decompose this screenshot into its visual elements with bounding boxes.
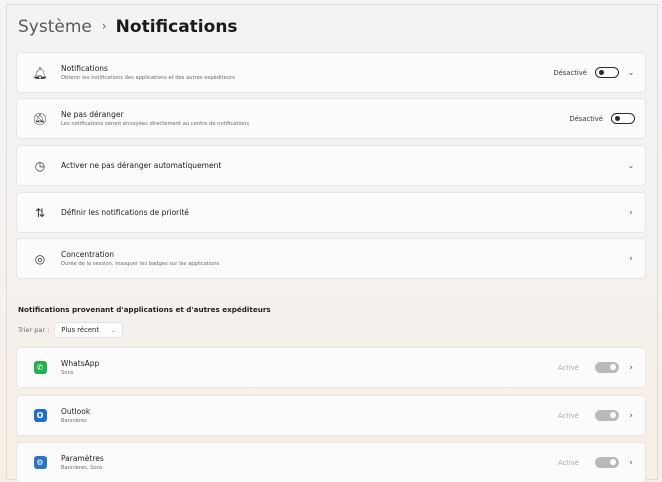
toggle-state-label: Désactivé [553, 68, 587, 77]
outlook-icon: O [33, 409, 47, 422]
app-name: Outlook [61, 407, 91, 416]
setting-focus[interactable]: ◎ Concentration Durée de la session, mas… [16, 238, 646, 279]
outlook-toggle[interactable] [595, 410, 619, 421]
app-row-outlook[interactable]: O Outlook Bannières Activé › [16, 395, 646, 436]
setting-subtitle: Durée de la session, masquer les badges … [61, 261, 220, 267]
setting-title: Définir les notifications de priorité [61, 208, 189, 217]
toggle-state-label: Activé [557, 363, 579, 372]
setting-auto-do-not-disturb[interactable]: ◷ Activer ne pas déranger automatiquemen… [16, 145, 646, 186]
setting-title: Ne pas déranger [61, 110, 124, 119]
app-row-settings[interactable]: ⚙ Paramètres Bannières, Sons Activé › [16, 442, 646, 482]
page-title: Notifications [115, 17, 238, 37]
breadcrumb: Système › Notifications [18, 17, 238, 37]
setting-do-not-disturb: 🔕︎ Ne pas déranger Les notifications ser… [16, 98, 646, 139]
breadcrumb-separator: › [101, 19, 107, 33]
setting-priority-notifications[interactable]: ⇅ Définir les notifications de priorité … [16, 192, 646, 233]
app-subtitle: Sons [61, 370, 74, 376]
toggle-state-label: Activé [557, 458, 579, 467]
setting-subtitle: Les notifications seront envoyées direct… [61, 121, 250, 127]
setting-title: Notifications [61, 64, 108, 73]
chevron-right-icon[interactable]: › [627, 208, 635, 218]
settings-app-toggle[interactable] [595, 457, 619, 468]
app-subtitle: Bannières, Sons [61, 465, 103, 471]
sort-dropdown[interactable]: Plus récent ⌄ [54, 322, 124, 338]
setting-title: Concentration [61, 250, 115, 259]
app-name: Paramètres [61, 454, 104, 463]
chevron-down-icon: ⌄ [111, 326, 117, 334]
sort-control: Trier par : Plus récent ⌄ [18, 322, 124, 338]
chevron-down-icon[interactable]: ⌄ [627, 161, 635, 170]
do-not-disturb-icon: 🔕︎ [32, 111, 48, 126]
setting-subtitle: Obtenir les notifications des applicatio… [61, 75, 235, 81]
apps-section-title: Notifications provenant d'applications e… [18, 305, 271, 314]
app-row-whatsapp[interactable]: ✆ WhatsApp Sons Activé › [16, 347, 646, 388]
bell-icon: 🔔︎ [32, 65, 48, 80]
do-not-disturb-toggle[interactable] [611, 113, 635, 124]
sort-value: Plus récent [61, 326, 99, 334]
toggle-state-label: Désactivé [569, 114, 603, 123]
setting-title: Activer ne pas déranger automatiquement [61, 161, 222, 170]
breadcrumb-parent[interactable]: Système [18, 17, 92, 37]
setting-notifications[interactable]: 🔔︎ Notifications Obtenir les notificatio… [16, 52, 646, 93]
settings-gear-icon: ⚙ [33, 456, 47, 469]
clock-icon: ◷ [34, 158, 46, 173]
app-name: WhatsApp [61, 359, 100, 368]
notifications-toggle[interactable] [595, 67, 619, 78]
whatsapp-toggle[interactable] [595, 362, 619, 373]
chevron-right-icon[interactable]: › [627, 458, 635, 468]
app-subtitle: Bannières [61, 418, 87, 424]
priority-sort-icon: ⇅ [34, 205, 46, 220]
chevron-right-icon[interactable]: › [627, 254, 635, 264]
focus-icon: ◎ [34, 251, 46, 266]
whatsapp-icon: ✆ [33, 361, 47, 374]
settings-window: Système › Notifications 🔔︎ Notifications… [6, 4, 658, 482]
sort-label: Trier par : [18, 326, 50, 334]
chevron-right-icon[interactable]: › [627, 411, 635, 421]
toggle-state-label: Activé [557, 411, 579, 420]
chevron-right-icon[interactable]: › [627, 363, 635, 373]
chevron-down-icon[interactable]: ⌄ [627, 68, 635, 77]
